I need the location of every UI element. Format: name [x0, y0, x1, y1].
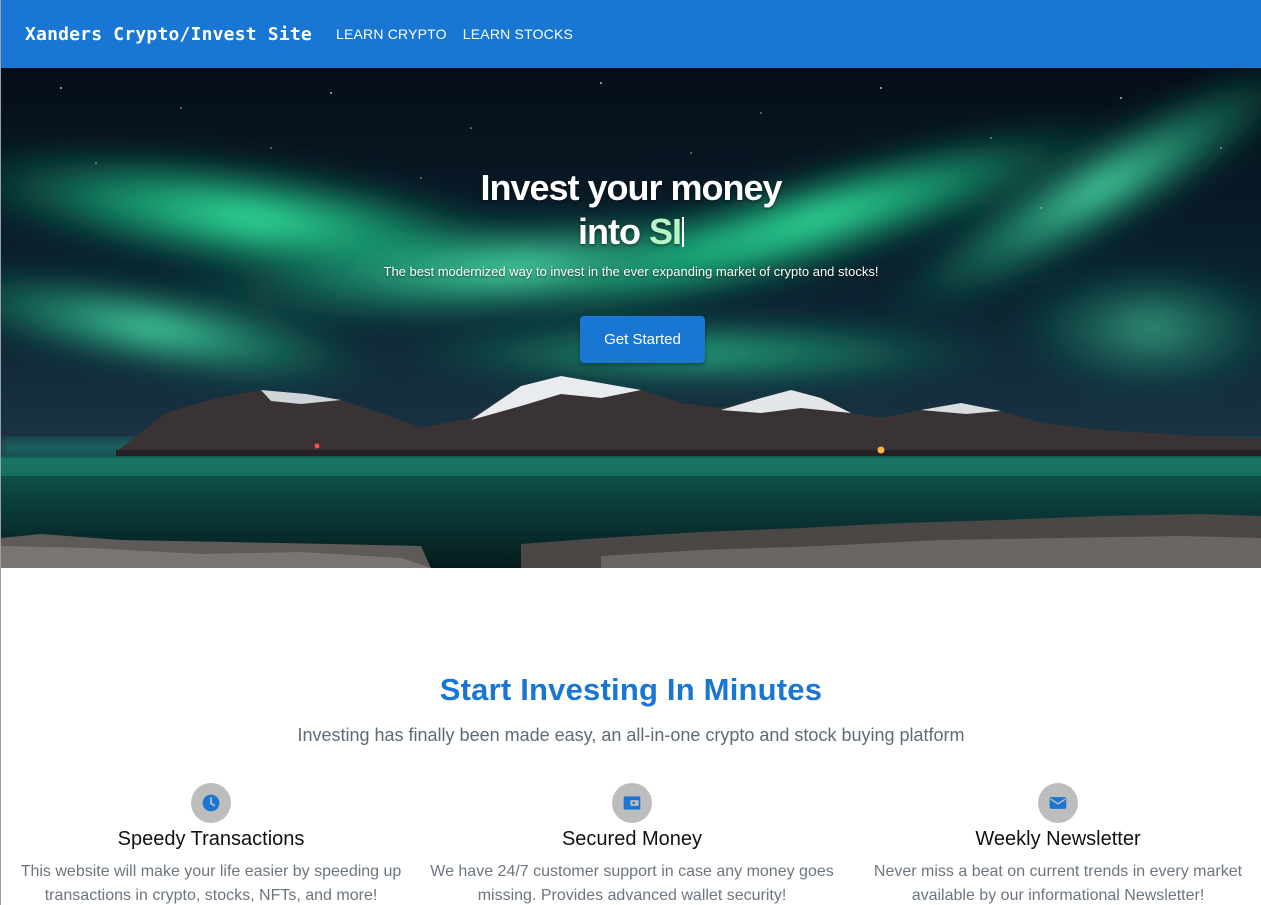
typing-cursor [682, 217, 684, 247]
clock-icon [202, 794, 220, 812]
feature-icon-circle [612, 783, 652, 823]
get-started-button[interactable]: Get Started [580, 316, 705, 363]
feature-icon-circle [191, 783, 231, 823]
nav-link-learn-crypto[interactable]: LEARN CRYPTO [336, 26, 447, 42]
typed-text: SI [646, 210, 687, 254]
mail-icon [1049, 797, 1067, 809]
feature-title: Secured Money [561, 828, 703, 850]
nav-link-learn-stocks[interactable]: LEARN STOCKS [463, 26, 573, 42]
feature-secured-money: Secured Money We have 24/7 customer supp… [422, 783, 842, 905]
hero-title-line-2: into SI [1, 210, 1261, 254]
feature-text: Never miss a beat on current trends in e… [873, 863, 1243, 904]
hero-content: Invest your money into SI The best moder… [1, 68, 1261, 568]
hero-title-prefix: into [577, 211, 641, 252]
feature-weekly-newsletter: Weekly Newsletter Never miss a beat on c… [848, 783, 1261, 905]
wallet-icon [623, 796, 641, 810]
feature-icon-circle [1038, 783, 1078, 823]
top-navbar: Xanders Crypto/Invest Site LEARN CRYPTO … [1, 0, 1261, 68]
site-brand[interactable]: Xanders Crypto/Invest Site [25, 24, 312, 45]
hero-subtitle: The best modernized way to invest in the… [383, 264, 879, 279]
features-subtitle: Investing has finally been made easy, an… [297, 725, 965, 745]
hero-section: Invest your money into SI The best moder… [1, 68, 1261, 568]
feature-title: Weekly Newsletter [975, 828, 1141, 850]
hero-title-line-1: Invest your money [480, 167, 782, 208]
feature-title: Speedy Transactions [117, 828, 305, 850]
feature-speedy-transactions: Speedy Transactions This website will ma… [1, 783, 421, 905]
typed-word: SI [648, 211, 682, 252]
feature-text: This website will make your life easier … [20, 863, 402, 904]
hero-title: Invest your money into SI [1, 166, 1261, 254]
features-title: Start Investing In Minutes [439, 672, 823, 707]
feature-text: We have 24/7 customer support in case an… [430, 863, 834, 904]
